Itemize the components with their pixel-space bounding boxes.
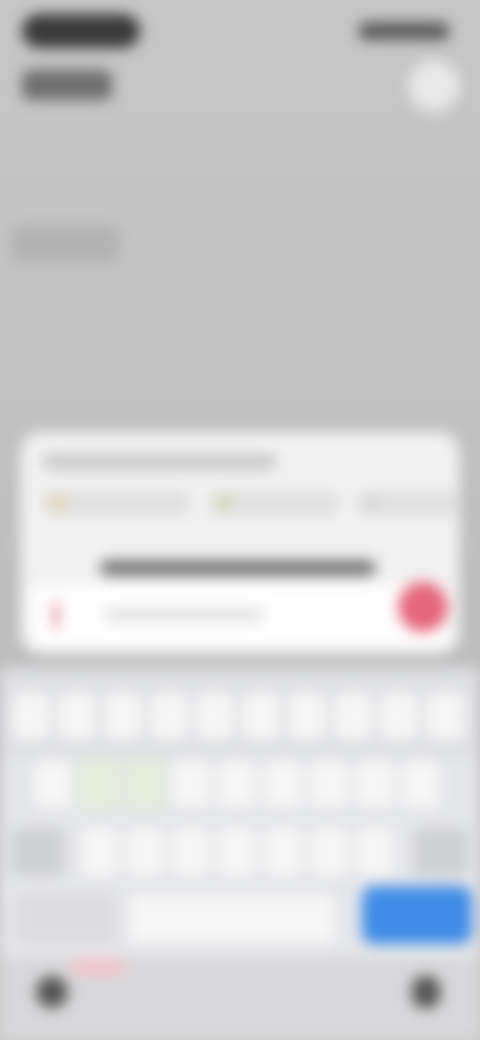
chip-icon [52,497,64,509]
keyboard-key[interactable] [34,760,72,808]
composer-card [20,432,460,654]
keyboard-key[interactable] [310,828,348,876]
keyboard-key[interactable] [172,828,210,876]
keyboard-key[interactable] [264,828,302,876]
keyboard-key[interactable] [310,760,348,808]
system-indicators [358,22,450,40]
status-bar [0,0,480,60]
composer-title [42,454,277,470]
number-key[interactable] [16,894,116,944]
header-subtitle [22,70,112,100]
suggestion-chip[interactable] [208,490,340,516]
composer-divider [100,560,376,576]
keyboard-key[interactable] [356,760,394,808]
suggestion-chip[interactable] [42,490,192,516]
keyboard-key[interactable] [218,828,256,876]
suggestion-chip[interactable] [356,490,460,516]
keyboard-key[interactable] [104,692,142,740]
keyboard-key[interactable] [402,760,440,808]
keyboard-key[interactable] [288,692,326,740]
keyboard-key[interactable] [426,692,464,740]
status-time [22,14,140,48]
message-input[interactable] [30,584,450,646]
keyboard-key[interactable] [218,760,256,808]
avatar[interactable] [408,60,460,112]
keyboard-key[interactable] [172,760,210,808]
input-placeholder [104,608,264,622]
keyboard-key[interactable] [264,760,302,808]
keyboard-key[interactable] [80,828,118,876]
chip-icon [366,497,378,509]
keyboard-key[interactable] [334,692,372,740]
text-caret [54,602,58,628]
keyboard-key[interactable] [242,692,280,740]
keyboard-key[interactable] [380,692,418,740]
send-button[interactable] [398,582,448,632]
keyboard-key[interactable] [80,760,118,808]
keyboard-key[interactable] [126,760,164,808]
chip-icon [218,497,230,509]
background-text [10,225,120,263]
keyboard-key[interactable] [196,692,234,740]
keyboard-key[interactable] [150,692,188,740]
bottom-bar-accent [70,958,126,976]
space-key[interactable] [128,894,336,944]
keyboard-key[interactable] [58,692,96,740]
globe-icon[interactable] [36,976,68,1008]
keyboard-key[interactable] [126,828,164,876]
shift-key[interactable] [12,828,64,876]
go-key[interactable] [362,886,472,944]
keyboard-key[interactable] [356,828,394,876]
microphone-icon[interactable] [412,976,440,1008]
keyboard-key[interactable] [12,692,50,740]
keyboard [0,668,480,1040]
backspace-key[interactable] [414,828,468,876]
